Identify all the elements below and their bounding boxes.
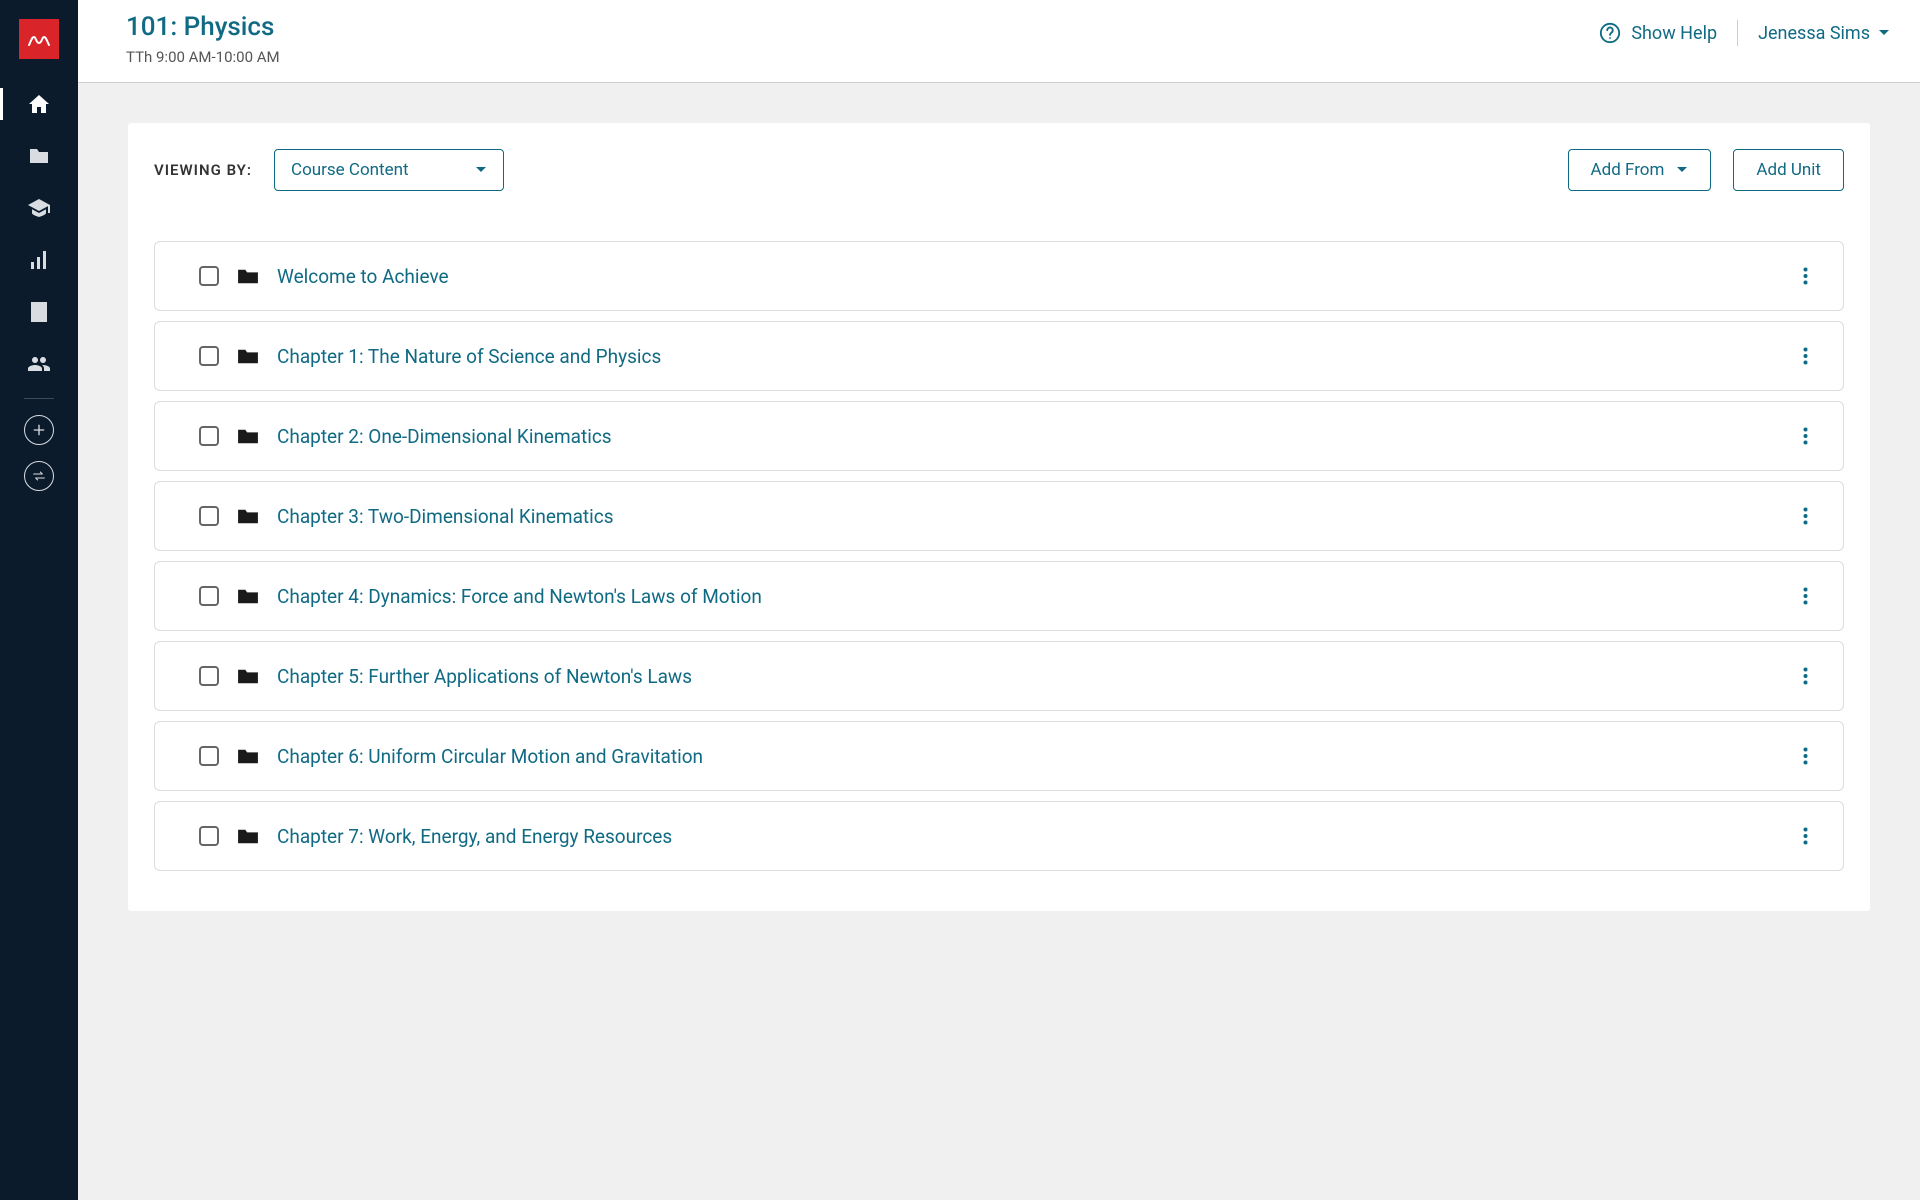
nav-reports[interactable] xyxy=(0,234,78,286)
kebab-icon xyxy=(1803,267,1808,285)
unit-more-menu[interactable] xyxy=(1795,504,1815,528)
kebab-icon xyxy=(1803,747,1808,765)
unit-title[interactable]: Chapter 6: Uniform Circular Motion and G… xyxy=(277,745,1777,768)
show-help-link[interactable]: Show Help xyxy=(1599,22,1717,44)
unit-checkbox[interactable] xyxy=(199,426,219,446)
folder-icon xyxy=(237,427,259,445)
unit-title[interactable]: Chapter 7: Work, Energy, and Energy Reso… xyxy=(277,825,1777,848)
unit-row: Welcome to Achieve xyxy=(154,241,1844,311)
unit-checkbox[interactable] xyxy=(199,826,219,846)
content: VIEWING BY: Course Content Add From Add … xyxy=(78,83,1920,951)
viewing-by-label: VIEWING BY: xyxy=(154,161,252,179)
swap-icon xyxy=(31,468,47,484)
nav-divider xyxy=(24,398,54,399)
nav-home[interactable] xyxy=(0,78,78,130)
unit-row: Chapter 5: Further Applications of Newto… xyxy=(154,641,1844,711)
course-subtitle: TTh 9:00 AM-10:00 AM xyxy=(126,48,280,66)
add-from-button[interactable]: Add From xyxy=(1568,149,1712,191)
unit-title[interactable]: Chapter 1: The Nature of Science and Phy… xyxy=(277,345,1777,368)
unit-title[interactable]: Welcome to Achieve xyxy=(277,265,1777,288)
viewing-by-value: Course Content xyxy=(291,160,409,180)
nav-people[interactable] xyxy=(0,338,78,390)
unit-more-menu[interactable] xyxy=(1795,264,1815,288)
kebab-icon xyxy=(1803,347,1808,365)
nav-ebook[interactable] xyxy=(0,286,78,338)
unit-row: Chapter 2: One-Dimensional Kinematics xyxy=(154,401,1844,471)
unit-more-menu[interactable] xyxy=(1795,344,1815,368)
graduation-icon xyxy=(27,196,51,220)
header: 101: Physics TTh 9:00 AM-10:00 AM Show H… xyxy=(78,0,1920,83)
kebab-icon xyxy=(1803,827,1808,845)
kebab-icon xyxy=(1803,427,1808,445)
book-icon xyxy=(27,300,51,324)
unit-more-menu[interactable] xyxy=(1795,664,1815,688)
kebab-icon xyxy=(1803,507,1808,525)
header-left: 101: Physics TTh 9:00 AM-10:00 AM xyxy=(126,12,280,66)
toolbar: VIEWING BY: Course Content Add From Add … xyxy=(154,149,1844,191)
unit-row: Chapter 7: Work, Energy, and Energy Reso… xyxy=(154,801,1844,871)
caret-down-icon xyxy=(1878,27,1890,39)
help-icon xyxy=(1599,22,1621,44)
folder-icon xyxy=(237,667,259,685)
header-right: Show Help Jenessa Sims xyxy=(1599,12,1890,46)
add-from-label: Add From xyxy=(1591,160,1665,180)
unit-checkbox[interactable] xyxy=(199,666,219,686)
brand-logo[interactable] xyxy=(0,0,78,78)
main: 101: Physics TTh 9:00 AM-10:00 AM Show H… xyxy=(78,0,1920,1200)
show-help-label: Show Help xyxy=(1631,23,1717,44)
unit-more-menu[interactable] xyxy=(1795,744,1815,768)
folder-icon xyxy=(237,347,259,365)
caret-down-icon xyxy=(475,164,487,176)
folder-icon xyxy=(237,747,259,765)
folder-icon xyxy=(27,144,51,168)
unit-checkbox[interactable] xyxy=(199,266,219,286)
viewing-by-select[interactable]: Course Content xyxy=(274,149,504,191)
header-divider xyxy=(1737,20,1738,46)
caret-down-icon xyxy=(1676,164,1688,176)
unit-title[interactable]: Chapter 5: Further Applications of Newto… xyxy=(277,665,1777,688)
content-card: VIEWING BY: Course Content Add From Add … xyxy=(128,123,1870,911)
plus-icon xyxy=(31,422,47,438)
unit-checkbox[interactable] xyxy=(199,346,219,366)
unit-more-menu[interactable] xyxy=(1795,824,1815,848)
unit-row: Chapter 1: The Nature of Science and Phy… xyxy=(154,321,1844,391)
kebab-icon xyxy=(1803,667,1808,685)
bar-chart-icon xyxy=(27,248,51,272)
unit-list: Welcome to Achieve Chapter 1: The Nature … xyxy=(154,241,1844,871)
user-name: Jenessa Sims xyxy=(1758,23,1870,44)
home-icon xyxy=(27,92,51,116)
unit-row: Chapter 6: Uniform Circular Motion and G… xyxy=(154,721,1844,791)
nav-folder[interactable] xyxy=(0,130,78,182)
unit-title[interactable]: Chapter 2: One-Dimensional Kinematics xyxy=(277,425,1777,448)
unit-more-menu[interactable] xyxy=(1795,424,1815,448)
unit-title[interactable]: Chapter 3: Two-Dimensional Kinematics xyxy=(277,505,1777,528)
app-root: 101: Physics TTh 9:00 AM-10:00 AM Show H… xyxy=(0,0,1920,1200)
user-menu[interactable]: Jenessa Sims xyxy=(1758,23,1890,44)
sidebar xyxy=(0,0,78,1200)
course-title[interactable]: 101: Physics xyxy=(126,12,280,42)
folder-icon xyxy=(237,267,259,285)
unit-checkbox[interactable] xyxy=(199,506,219,526)
unit-row: Chapter 3: Two-Dimensional Kinematics xyxy=(154,481,1844,551)
nav-grades[interactable] xyxy=(0,182,78,234)
unit-more-menu[interactable] xyxy=(1795,584,1815,608)
nav-add[interactable] xyxy=(24,415,54,445)
unit-checkbox[interactable] xyxy=(199,586,219,606)
nav-switch[interactable] xyxy=(24,461,54,491)
unit-row: Chapter 4: Dynamics: Force and Newton's … xyxy=(154,561,1844,631)
folder-icon xyxy=(237,587,259,605)
unit-title[interactable]: Chapter 4: Dynamics: Force and Newton's … xyxy=(277,585,1777,608)
add-unit-button[interactable]: Add Unit xyxy=(1733,149,1844,191)
folder-icon xyxy=(237,507,259,525)
unit-checkbox[interactable] xyxy=(199,746,219,766)
logo-icon xyxy=(19,19,59,59)
kebab-icon xyxy=(1803,587,1808,605)
folder-icon xyxy=(237,827,259,845)
people-icon xyxy=(27,352,51,376)
add-unit-label: Add Unit xyxy=(1756,160,1821,180)
